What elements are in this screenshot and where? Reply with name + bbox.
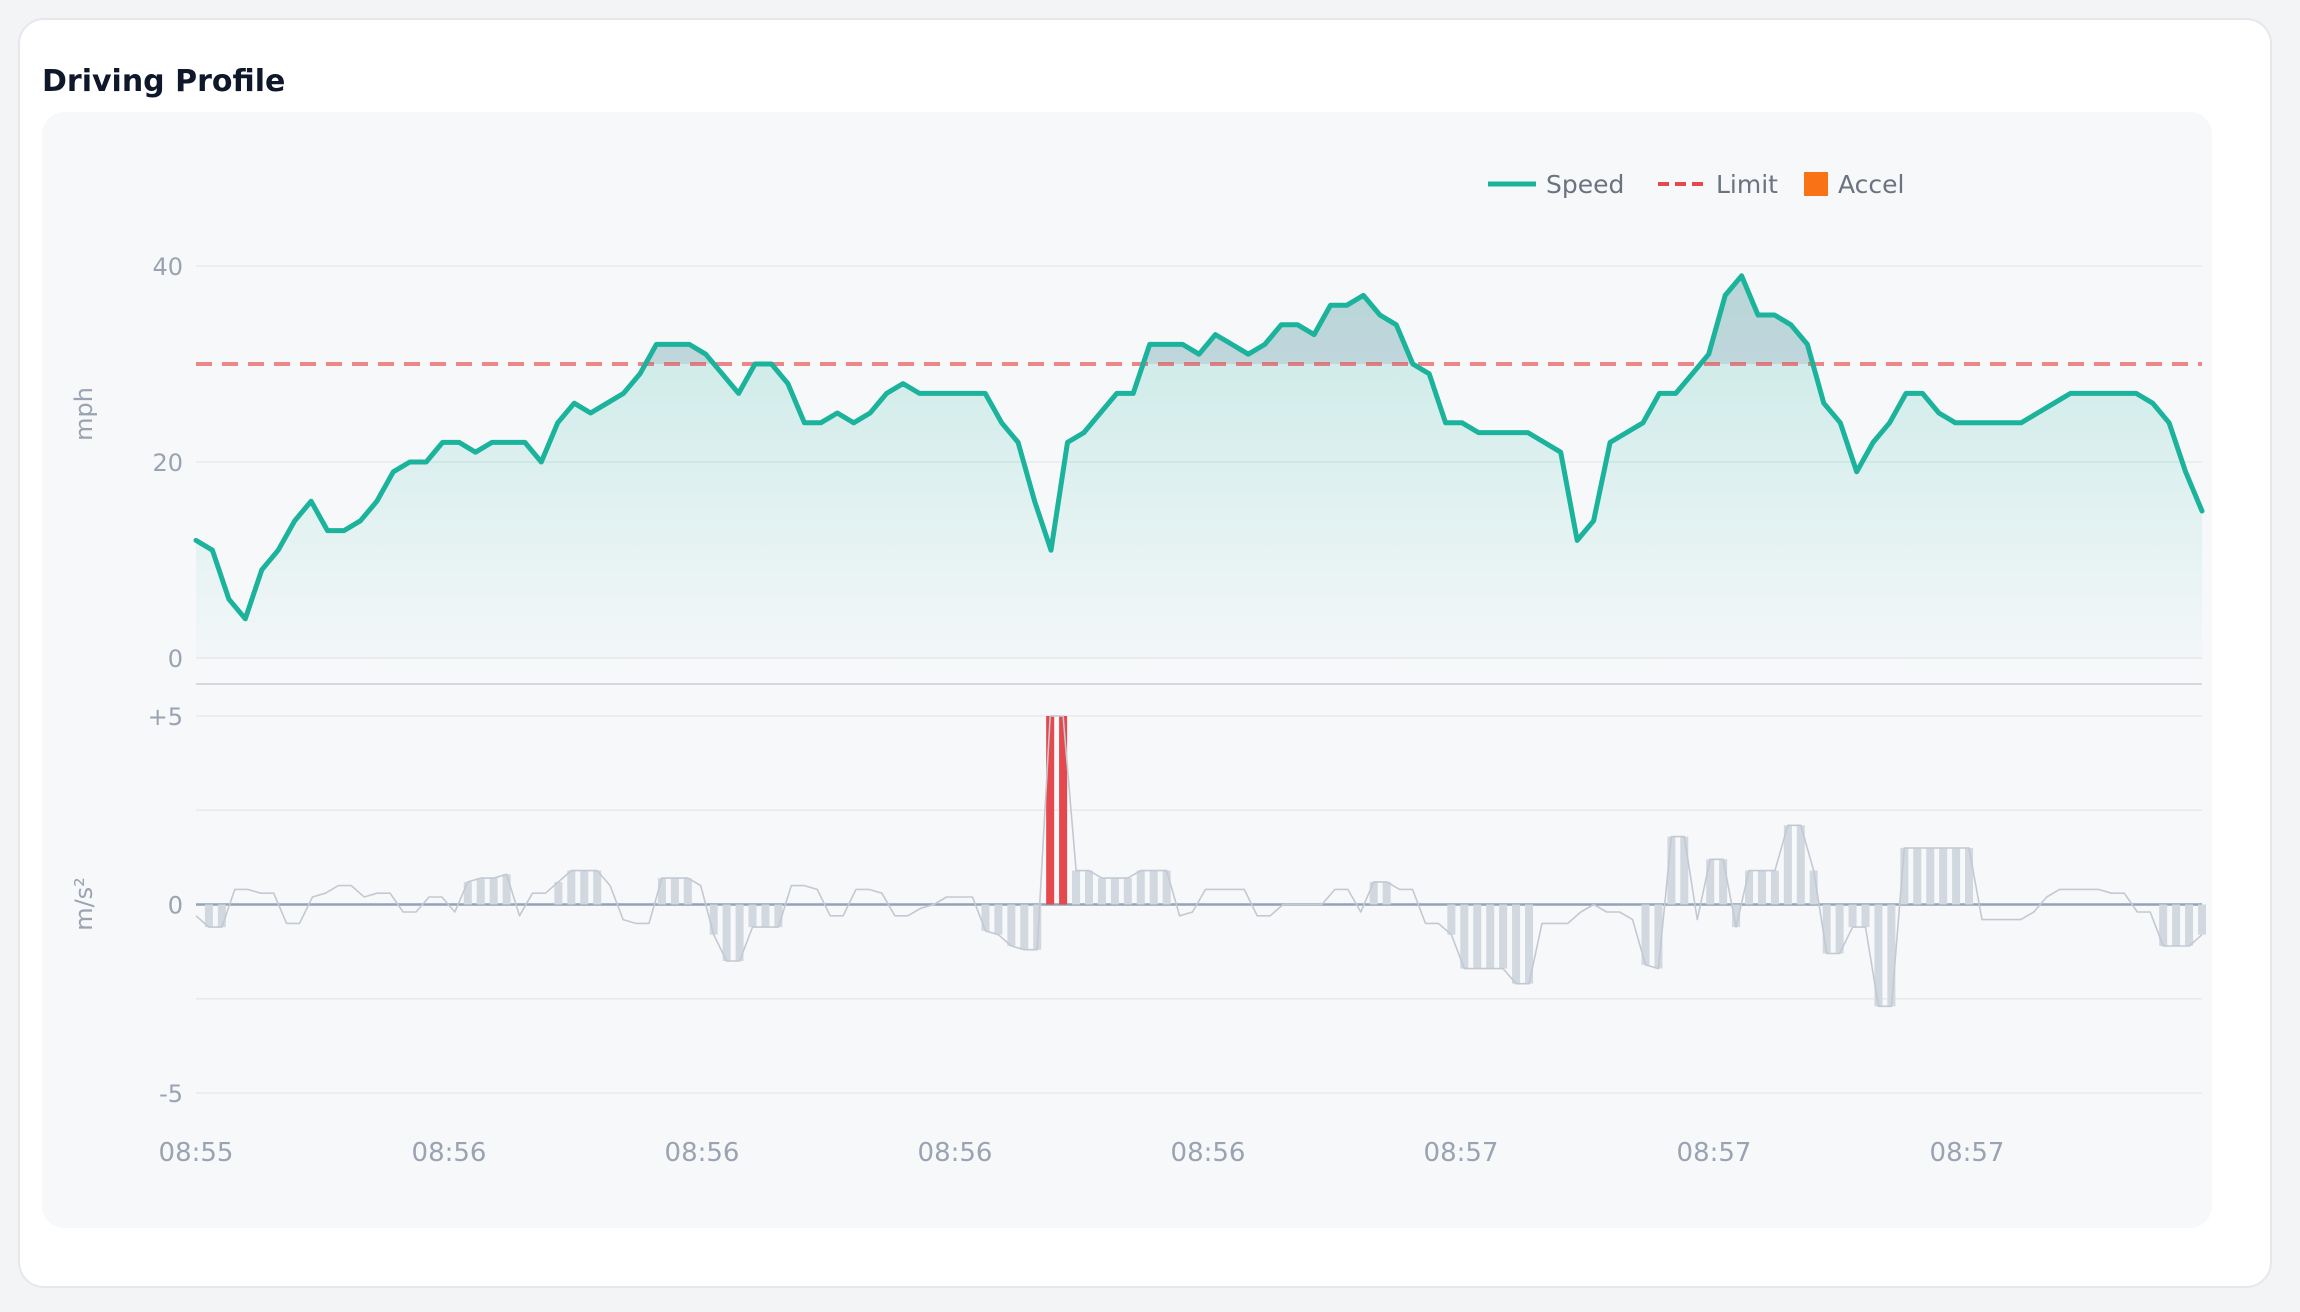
accel-bar bbox=[2197, 904, 2207, 935]
accel-bar bbox=[2185, 904, 2194, 946]
accel-bar bbox=[683, 878, 692, 905]
speed-y-axis-label: mph bbox=[70, 387, 98, 441]
accel-bar bbox=[1084, 870, 1094, 905]
legend-label: Speed bbox=[1546, 170, 1624, 199]
accel-y-tick: +5 bbox=[148, 703, 183, 731]
speed-y-tick: 0 bbox=[168, 645, 183, 673]
accel-bar bbox=[1369, 881, 1378, 905]
accel-bar bbox=[1097, 878, 1106, 905]
accel-bar bbox=[1162, 870, 1171, 905]
accel-bar bbox=[1680, 836, 1689, 905]
accel-bar bbox=[1486, 904, 1495, 969]
accel-bar bbox=[476, 878, 485, 905]
accel-bar bbox=[1965, 847, 1974, 905]
accel-bar bbox=[994, 904, 1003, 935]
accel-bar bbox=[1770, 870, 1779, 905]
accel-bar bbox=[709, 904, 718, 935]
accel-bar bbox=[1020, 904, 1029, 950]
accel-bar bbox=[1848, 904, 1857, 928]
legend-item-speed: Speed bbox=[1488, 170, 1624, 199]
accel-bar bbox=[981, 904, 990, 931]
accel-bar bbox=[593, 870, 602, 905]
accel-bar bbox=[580, 870, 589, 905]
accel-bar bbox=[217, 904, 226, 928]
accel-event-bar bbox=[1046, 716, 1055, 905]
accel-bar bbox=[670, 878, 679, 905]
accel-bar bbox=[1913, 847, 1922, 905]
legend-item-accel: Accel bbox=[1804, 170, 1904, 199]
accel-bar bbox=[1460, 904, 1469, 969]
driving-profile-chart: 40 20 0 mph +5 0 -5 m/s² 08:55 08:56 08:56 08:56 08:… bbox=[70, 170, 2207, 1168]
legend-label: Limit bbox=[1716, 170, 1778, 199]
accel-bar bbox=[1512, 904, 1521, 984]
accel-bar bbox=[1939, 847, 1948, 905]
accel-bar bbox=[1447, 904, 1456, 935]
accel-bar bbox=[1757, 870, 1766, 905]
x-tick-label: 08:56 bbox=[665, 1138, 740, 1168]
accel-bar bbox=[1149, 870, 1158, 905]
legend-label: Accel bbox=[1838, 170, 1904, 199]
accel-bar bbox=[567, 870, 576, 905]
accel-bar bbox=[761, 904, 770, 928]
speed-y-tick: 20 bbox=[152, 449, 183, 477]
x-tick-label: 08:57 bbox=[1677, 1138, 1752, 1168]
accel-bar bbox=[1745, 870, 1754, 905]
accel-bar bbox=[748, 904, 757, 928]
legend-swatch-accel bbox=[1804, 172, 1828, 196]
accel-y-tick: 0 bbox=[168, 892, 183, 920]
accel-bar bbox=[1110, 878, 1119, 905]
accel-bar bbox=[1887, 904, 1896, 1007]
speed-y-tick: 40 bbox=[152, 253, 183, 281]
accel-y-axis-label: m/s² bbox=[70, 877, 98, 931]
legend-item-limit: Limit bbox=[1658, 170, 1778, 199]
accel-bar bbox=[1926, 847, 1935, 905]
accel-bar bbox=[1072, 870, 1081, 905]
accel-bar bbox=[657, 878, 666, 905]
x-tick-label: 08:57 bbox=[1424, 1138, 1499, 1168]
accel-bar bbox=[502, 874, 511, 905]
accel-bar bbox=[489, 878, 498, 905]
accel-bar bbox=[463, 881, 472, 905]
accel-bar bbox=[1861, 904, 1870, 928]
accel-bar bbox=[1719, 859, 1728, 905]
accel-bar bbox=[1706, 859, 1715, 905]
x-tick-label: 08:56 bbox=[412, 1138, 487, 1168]
accel-bar bbox=[1123, 878, 1132, 905]
speed-area bbox=[196, 275, 2202, 658]
x-tick-label: 08:56 bbox=[1171, 1138, 1246, 1168]
accel-bar bbox=[1007, 904, 1016, 946]
x-tick-label: 08:56 bbox=[918, 1138, 993, 1168]
accel-bar bbox=[1382, 881, 1391, 905]
accel-bar bbox=[1952, 847, 1961, 905]
accel-bar bbox=[1499, 904, 1508, 969]
accel-bar bbox=[722, 904, 731, 962]
x-tick-label: 08:57 bbox=[1930, 1138, 2005, 1168]
accel-bar bbox=[1136, 870, 1145, 905]
accel-bar bbox=[1473, 904, 1482, 969]
accel-y-tick: -5 bbox=[159, 1080, 183, 1108]
x-tick-label: 08:55 bbox=[159, 1138, 234, 1168]
accel-bar bbox=[1822, 904, 1831, 954]
accel-bar bbox=[2172, 904, 2181, 946]
